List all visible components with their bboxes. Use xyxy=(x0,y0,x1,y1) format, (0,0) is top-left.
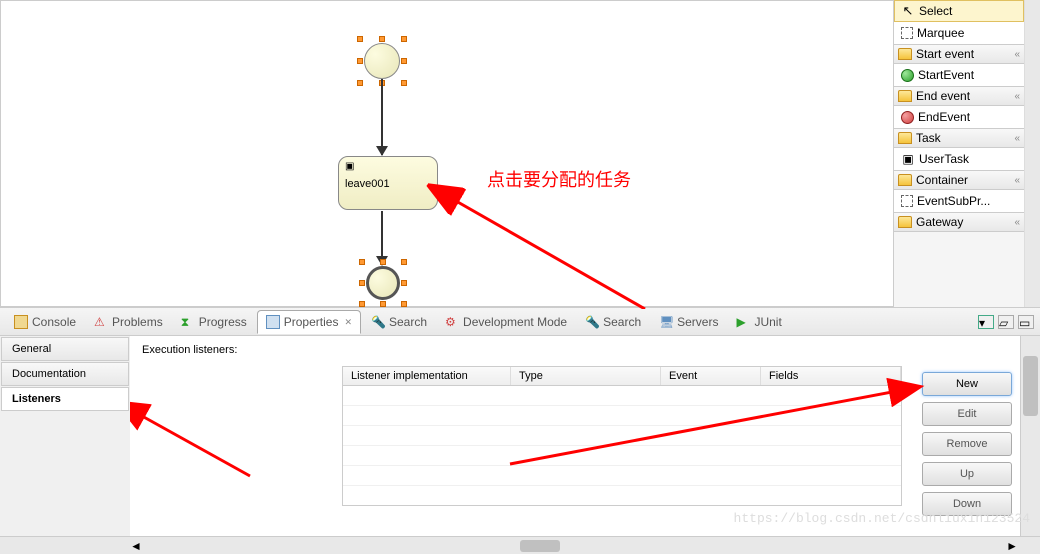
palette-group-start-event[interactable]: Start event xyxy=(894,44,1024,64)
main-editor-area: ▣ leave001 点击要分配的任务 ↖ Select xyxy=(0,0,1040,308)
tab-progress[interactable]: ⧗ Progress xyxy=(173,311,255,333)
palette-group-task[interactable]: Task xyxy=(894,128,1024,148)
properties-tab-list: General Documentation Listeners xyxy=(0,336,130,536)
palette-panel: ↖ Select Marquee Start event StartEvent … xyxy=(894,0,1024,307)
view-menu-button[interactable]: ▾ xyxy=(978,315,994,329)
views-tab-bar: Console ⚠ Problems ⧗ Progress Properties… xyxy=(0,308,1040,336)
annotation-text: 点击要分配的任务 xyxy=(487,166,631,192)
servers-icon: 🖥 xyxy=(659,315,673,329)
folder-icon xyxy=(898,216,912,228)
table-header-row: Listener implementation Type Event Field… xyxy=(343,367,901,386)
user-task-icon: ▣ xyxy=(345,161,431,172)
cursor-icon: ↖ xyxy=(901,4,915,18)
table-row[interactable] xyxy=(343,426,901,446)
listener-buttons: New Edit Remove Up Down xyxy=(922,372,1012,516)
tab-console[interactable]: Console xyxy=(6,311,84,333)
console-icon xyxy=(14,315,28,329)
diagram-canvas[interactable]: ▣ leave001 点击要分配的任务 xyxy=(0,0,894,307)
start-event-node[interactable] xyxy=(364,43,400,79)
horizontal-scrollbar[interactable]: ◄ ► xyxy=(0,536,1040,554)
palette-item-label: StartEvent xyxy=(918,68,974,82)
folder-icon xyxy=(898,132,912,144)
problems-icon: ⚠ xyxy=(94,315,108,329)
table-row[interactable] xyxy=(343,386,901,406)
palette-item-label: EventSubPr... xyxy=(917,194,990,208)
close-icon[interactable]: ✕ xyxy=(344,317,352,328)
listeners-header: Execution listeners: xyxy=(142,344,1008,356)
search-icon: 🔦 xyxy=(371,315,385,329)
table-row[interactable] xyxy=(343,406,901,426)
tab-problems[interactable]: ⚠ Problems xyxy=(86,311,171,333)
properties-scrollbar[interactable] xyxy=(1020,336,1040,536)
palette-event-subprocess[interactable]: EventSubPr... xyxy=(894,190,1024,212)
palette-start-event[interactable]: StartEvent xyxy=(894,64,1024,86)
edit-button[interactable]: Edit xyxy=(922,402,1012,426)
junit-icon: ▶ xyxy=(736,315,750,329)
minimize-button[interactable]: ▱ xyxy=(998,315,1014,329)
tab-search-2[interactable]: 🔦 Search xyxy=(577,311,649,333)
folder-icon xyxy=(898,90,912,102)
th-listener-impl[interactable]: Listener implementation xyxy=(343,367,511,385)
end-event-icon xyxy=(901,111,914,124)
dev-mode-icon: ⚙ xyxy=(445,315,459,329)
user-task-node[interactable]: ▣ leave001 xyxy=(338,156,438,210)
prop-tab-documentation[interactable]: Documentation xyxy=(1,362,129,386)
table-row[interactable] xyxy=(343,466,901,486)
end-event-node[interactable] xyxy=(366,266,400,300)
selection-handles-end[interactable] xyxy=(359,259,407,307)
palette-item-label: Select xyxy=(919,4,952,18)
tab-properties[interactable]: Properties ✕ xyxy=(257,310,361,334)
tab-search-1[interactable]: 🔦 Search xyxy=(363,311,435,333)
down-button[interactable]: Down xyxy=(922,492,1012,516)
subprocess-icon xyxy=(901,195,913,207)
new-button[interactable]: New xyxy=(922,372,1012,396)
listeners-table[interactable]: Listener implementation Type Event Field… xyxy=(342,366,902,506)
properties-icon xyxy=(266,315,280,329)
sequence-flow-1[interactable] xyxy=(381,79,383,155)
remove-button[interactable]: Remove xyxy=(922,432,1012,456)
sequence-flow-2[interactable] xyxy=(381,211,383,265)
prop-tab-general[interactable]: General xyxy=(1,337,129,361)
table-row[interactable] xyxy=(343,446,901,466)
tab-junit[interactable]: ▶ JUnit xyxy=(728,311,789,333)
scroll-thumb[interactable] xyxy=(1023,356,1038,416)
marquee-icon xyxy=(901,27,913,39)
progress-icon: ⧗ xyxy=(181,315,195,329)
palette-marquee-tool[interactable]: Marquee xyxy=(894,22,1024,44)
maximize-button[interactable]: ▭ xyxy=(1018,315,1034,329)
task-label: leave001 xyxy=(345,178,431,190)
search-icon: 🔦 xyxy=(585,315,599,329)
prop-tab-listeners[interactable]: Listeners xyxy=(1,387,129,411)
start-event-icon xyxy=(901,69,914,82)
palette-user-task[interactable]: ▣ UserTask xyxy=(894,148,1024,170)
palette-item-label: Marquee xyxy=(917,26,964,40)
palette-item-label: EndEvent xyxy=(918,110,970,124)
palette-item-label: UserTask xyxy=(919,152,969,166)
palette-group-container[interactable]: Container xyxy=(894,170,1024,190)
tab-servers[interactable]: 🖥 Servers xyxy=(651,311,726,333)
properties-content: Execution listeners: Listener implementa… xyxy=(130,336,1020,536)
palette-group-end-event[interactable]: End event xyxy=(894,86,1024,106)
properties-panel: General Documentation Listeners Executio… xyxy=(0,336,1040,536)
palette-end-event[interactable]: EndEvent xyxy=(894,106,1024,128)
palette-select-tool[interactable]: ↖ Select xyxy=(894,0,1024,22)
th-fields[interactable]: Fields xyxy=(761,367,901,385)
user-task-icon: ▣ xyxy=(901,152,915,166)
up-button[interactable]: Up xyxy=(922,462,1012,486)
scroll-thumb-h[interactable] xyxy=(520,540,560,552)
palette-scrollbar[interactable] xyxy=(1024,0,1040,307)
annotation-arrows xyxy=(1,1,901,309)
folder-icon xyxy=(898,174,912,186)
tab-dev-mode[interactable]: ⚙ Development Mode xyxy=(437,311,575,333)
th-event[interactable]: Event xyxy=(661,367,761,385)
folder-icon xyxy=(898,48,912,60)
palette-group-gateway[interactable]: Gateway xyxy=(894,212,1024,232)
th-type[interactable]: Type xyxy=(511,367,661,385)
